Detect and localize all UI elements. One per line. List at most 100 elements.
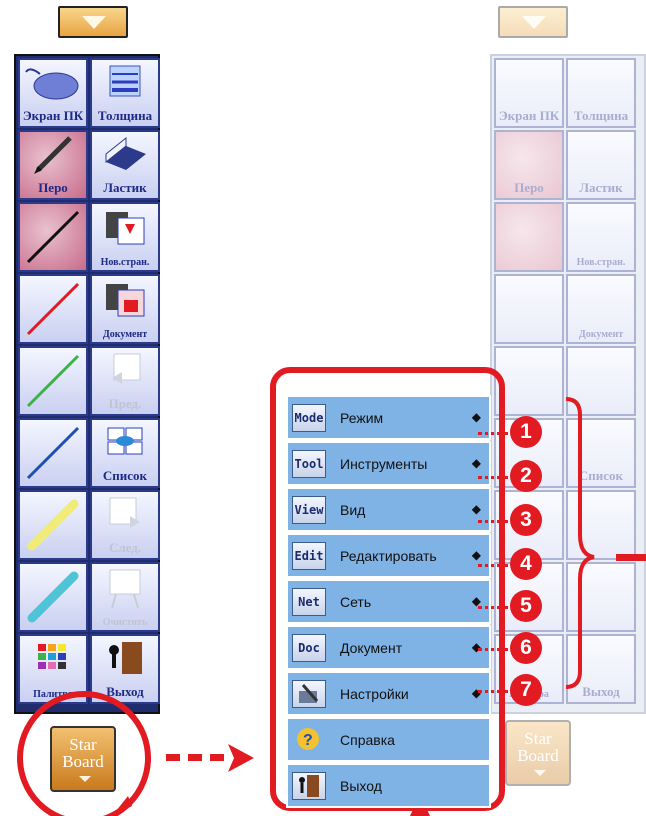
- doc-icon: Doc: [292, 634, 326, 662]
- submenu-arrow-icon: ◆: [471, 640, 481, 654]
- callout-leader: [478, 606, 508, 609]
- red-pen-button: [494, 274, 564, 344]
- chevron-down-icon: [534, 770, 546, 776]
- line-width-button: Толщина: [566, 58, 636, 128]
- black-pen-button: [494, 202, 564, 272]
- cell-label: Нов.стран.: [100, 257, 150, 268]
- pen-icon: [34, 136, 72, 174]
- starboard-menu-button-faded: Star Board: [505, 720, 571, 786]
- line-width-icon: [109, 65, 141, 97]
- menu-item-network[interactable]: Net Сеть ◆: [286, 579, 491, 624]
- callout-leader: [478, 520, 508, 523]
- callout-leader: [478, 564, 508, 567]
- menu-item-edit[interactable]: Edit Редактировать ◆: [286, 533, 491, 578]
- menu-item-label: Справка: [340, 732, 395, 748]
- svg-text:?: ?: [303, 732, 313, 749]
- document-button[interactable]: Документ: [90, 274, 160, 344]
- cell-label: Перо: [514, 180, 544, 195]
- yellow-highlighter-button[interactable]: [18, 490, 88, 560]
- green-pen-button[interactable]: [18, 346, 88, 416]
- tool-icon: Tool: [292, 450, 326, 478]
- cell-label: Экран ПК: [22, 108, 84, 123]
- collapse-toolbar-button[interactable]: [58, 6, 128, 38]
- eraser-icon: [105, 136, 146, 170]
- menu-item-label: Настройки: [340, 686, 409, 702]
- submenu-arrow-icon: ◆: [471, 502, 481, 516]
- menu-item-label: Инструменты: [340, 456, 428, 472]
- cell-label: Документ: [578, 329, 624, 340]
- brace-callout: [565, 397, 646, 689]
- cell-label: Пред.: [108, 396, 142, 411]
- new-page-button[interactable]: Нов.стран.: [90, 202, 160, 272]
- page-list-icon: [107, 427, 143, 455]
- callout-number: 1: [510, 416, 542, 448]
- submenu-arrow-icon: ◆: [471, 686, 481, 700]
- exit-door-icon: [292, 772, 326, 800]
- document-button: Документ: [566, 274, 636, 344]
- next-page-button[interactable]: След.: [90, 490, 160, 560]
- new-page-button: Нов.стран.: [566, 202, 636, 272]
- menu-item-document[interactable]: Doc Документ ◆: [286, 625, 491, 670]
- cell-label: Толщина: [97, 108, 153, 123]
- mode-icon: Mode: [292, 404, 326, 432]
- submenu-arrow-icon: ◆: [471, 410, 481, 424]
- menu-item-view[interactable]: View Вид ◆: [286, 487, 491, 532]
- cyan-highlighter-button[interactable]: [18, 562, 88, 632]
- cell-label: Документ: [102, 329, 148, 340]
- cell-label: Экран ПК: [498, 108, 560, 123]
- next-page-icon: [109, 497, 140, 528]
- pc-screen-button[interactable]: Экран ПК: [18, 58, 88, 128]
- starboard-toolbar: Экран ПК Толщина Перо Ластик Нов.стран. …: [14, 54, 160, 714]
- menu-item-tools[interactable]: Tool Инструменты ◆: [286, 441, 491, 486]
- cell-label: Нов.стран.: [576, 257, 626, 268]
- clear-board-icon: [109, 569, 141, 609]
- palette-icon: [38, 644, 66, 669]
- document-icon: [106, 284, 145, 317]
- help-icon: ?: [292, 726, 326, 754]
- page-list-button[interactable]: Список: [90, 418, 160, 488]
- highlight-circle: [17, 691, 151, 816]
- mouse-icon: [25, 68, 79, 100]
- submenu-arrow-icon: ◆: [471, 548, 481, 562]
- menu-item-help[interactable]: ? Справка: [286, 717, 491, 762]
- callout-number: 4: [510, 548, 542, 580]
- view-icon: View: [292, 496, 326, 524]
- callout-leader: [478, 690, 508, 693]
- menu-item-label: Документ: [340, 640, 403, 656]
- pen-button: Перо: [494, 130, 564, 200]
- chevron-down-icon: [82, 16, 106, 29]
- blue-pen-button[interactable]: [18, 418, 88, 488]
- pen-button[interactable]: Перо: [18, 130, 88, 200]
- cell-label: Очистить: [102, 617, 148, 628]
- clear-board-button[interactable]: Очистить: [90, 562, 160, 632]
- collapse-toolbar-button-faded: [498, 6, 568, 38]
- menu-item-label: Сеть: [340, 594, 372, 610]
- dashed-arrow-icon: [166, 744, 254, 772]
- previous-page-button[interactable]: Пред.: [90, 346, 160, 416]
- red-line-icon: [26, 282, 80, 336]
- line-width-button[interactable]: Толщина: [90, 58, 160, 128]
- menu-item-exit[interactable]: Выход: [286, 763, 491, 808]
- blue-line-icon: [26, 426, 80, 480]
- starboard-label-line2: Board: [517, 746, 559, 765]
- callout-number: 6: [510, 632, 542, 664]
- submenu-arrow-icon: ◆: [471, 456, 481, 470]
- callout-number: 2: [510, 460, 542, 492]
- chevron-down-icon: [522, 16, 546, 29]
- cell-label: След.: [108, 540, 142, 555]
- pc-screen-button: Экран ПК: [494, 58, 564, 128]
- eraser-button[interactable]: Ластик: [90, 130, 160, 200]
- black-pen-button[interactable]: [18, 202, 88, 272]
- net-icon: Net: [292, 588, 326, 616]
- cell-label: Перо: [38, 180, 68, 195]
- cell-label: Ластик: [579, 180, 623, 195]
- callout-leader: [478, 476, 508, 479]
- menu-item-mode[interactable]: Mode Режим ◆: [286, 395, 491, 440]
- eraser-button: Ластик: [566, 130, 636, 200]
- cell-label: Список: [102, 468, 148, 483]
- starboard-label-line1: Star: [524, 729, 552, 748]
- red-pen-button[interactable]: [18, 274, 88, 344]
- menu-item-settings[interactable]: Настройки ◆: [286, 671, 491, 716]
- exit-door-icon: [109, 642, 142, 674]
- settings-tools-icon: [292, 680, 326, 708]
